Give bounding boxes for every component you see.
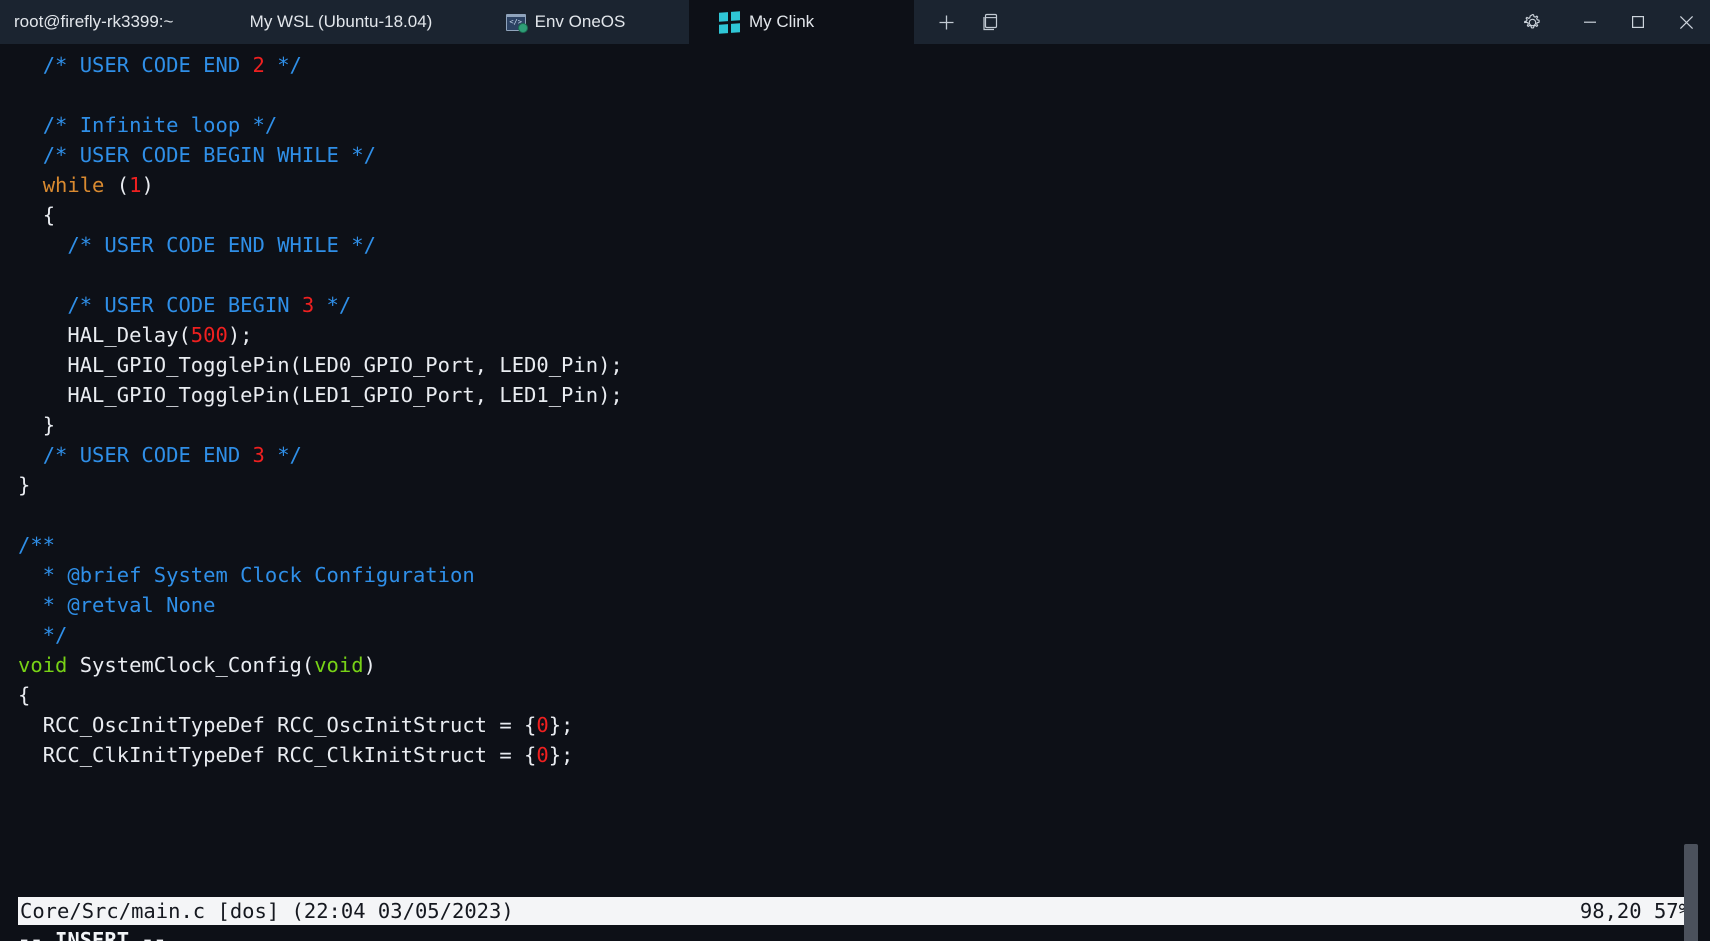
code-line: /** [18, 530, 1678, 560]
code-token: RCC_OscInitTypeDef RCC_OscInitStruct = { [42, 713, 537, 737]
code-line: void SystemClock_Config(void) [18, 650, 1678, 680]
titlebar-drag-region [1012, 0, 1508, 44]
code-line: /* USER CODE END 3 */ [18, 440, 1678, 470]
code-token: */ [30, 623, 68, 647]
code-line: * @retval None [18, 590, 1678, 620]
code-token: HAL_Delay( [67, 323, 191, 347]
code-window-gear-icon: </> [505, 13, 528, 33]
code-token: */ [264, 443, 302, 467]
code-line: while (1) [18, 170, 1678, 200]
tab-label: My WSL (Ubuntu-18.04) [249, 12, 433, 31]
settings-gear-icon[interactable] [1508, 0, 1556, 44]
code-token: ) [363, 653, 376, 677]
tab-label: My Clink [749, 12, 815, 31]
code-line: */ [18, 620, 1678, 650]
code-token: /* USER CODE END WHILE */ [67, 233, 376, 257]
code-token: /** [18, 533, 56, 557]
code-token: { [42, 203, 56, 227]
code-line: HAL_GPIO_TogglePin(LED1_GPIO_Port, LED1_… [18, 380, 1678, 410]
titlebar: root@firefly-rk3399:~ My WSL (Ubuntu-18.… [0, 0, 1710, 44]
code-line: /* USER CODE END WHILE */ [18, 230, 1678, 260]
code-token: 3 [301, 293, 315, 317]
code-line: /* Infinite loop */ [18, 110, 1678, 140]
code-line: * @brief System Clock Configuration [18, 560, 1678, 590]
code-token: */ [264, 53, 302, 77]
code-token: /* Infinite loop */ [42, 113, 278, 137]
code-token: HAL_GPIO_TogglePin(LED0_GPIO_Port, LED0_… [67, 353, 623, 377]
statusline-file: Core/Src/main.c [dos] (22:04 03/05/2023) [20, 899, 514, 923]
code-token: while [42, 173, 105, 197]
code-token: void [314, 653, 364, 677]
tabbar-actions [914, 0, 1012, 44]
code-token: }; [548, 713, 574, 737]
code-line: HAL_Delay(500); [18, 320, 1678, 350]
new-tab-button[interactable] [924, 0, 968, 44]
code-line: { [18, 200, 1678, 230]
code-token: /* USER CODE END [42, 443, 253, 467]
vim-statusline: Core/Src/main.c [dos] (22:04 03/05/2023)… [18, 897, 1693, 925]
code-token: } [42, 413, 56, 437]
tab-root-firefly[interactable]: root@firefly-rk3399:~ [0, 0, 240, 44]
code-token: */ [314, 293, 352, 317]
statusline-position: 98,20 57% [1579, 899, 1691, 923]
code-token: ) [141, 173, 154, 197]
minimize-button[interactable] [1566, 0, 1614, 44]
code-token: SystemClock_Config( [67, 653, 315, 677]
code-line: HAL_GPIO_TogglePin(LED0_GPIO_Port, LED0_… [18, 350, 1678, 380]
code-token: }; [548, 743, 574, 767]
code-token: { [18, 683, 31, 707]
code-token: * @retval None [30, 593, 216, 617]
tab-my-clink[interactable]: My Clink [689, 0, 914, 44]
code-token: RCC_ClkInitTypeDef RCC_ClkInitStruct = { [42, 743, 537, 767]
terminal-viewport[interactable]: /* USER CODE END 2 */ /* Infinite loop *… [0, 44, 1710, 941]
vim-modeline: -- INSERT -- [18, 928, 167, 941]
code-token: /* USER CODE BEGIN WHILE */ [42, 143, 376, 167]
code-token: 0 [536, 713, 549, 737]
code-line: RCC_OscInitTypeDef RCC_OscInitStruct = {… [18, 710, 1678, 740]
vim-buffer[interactable]: /* USER CODE END 2 */ /* Infinite loop *… [18, 50, 1678, 770]
split-pane-button[interactable] [968, 0, 1012, 44]
code-line: { [18, 680, 1678, 710]
maximize-button[interactable] [1614, 0, 1662, 44]
code-token: HAL_GPIO_TogglePin(LED1_GPIO_Port, LED1_… [67, 383, 623, 407]
code-token: 1 [129, 173, 142, 197]
code-line: } [18, 470, 1678, 500]
code-token: ( [104, 173, 130, 197]
code-line: /* USER CODE BEGIN 3 */ [18, 290, 1678, 320]
windows-logo-icon [719, 10, 740, 34]
code-token: } [18, 473, 31, 497]
code-token: 3 [252, 443, 265, 467]
code-token: 0 [536, 743, 549, 767]
code-token: /* USER CODE END [42, 53, 253, 77]
code-token: void [18, 653, 68, 677]
terminal-scrollbar-track[interactable] [1684, 44, 1704, 941]
code-token: 500 [190, 323, 228, 347]
code-line: /* USER CODE END 2 */ [18, 50, 1678, 80]
tab-my-wsl[interactable]: My WSL (Ubuntu-18.04) [240, 0, 442, 44]
code-token: ); [227, 323, 253, 347]
terminal-scrollbar-thumb[interactable] [1684, 844, 1698, 941]
code-token: /* USER CODE BEGIN [67, 293, 302, 317]
code-token: * @brief System Clock Configuration [30, 563, 475, 587]
tab-env-oneos[interactable]: </> Env OneOS [442, 0, 689, 44]
close-button[interactable] [1662, 0, 1710, 44]
tab-label: Env OneOS [534, 12, 626, 31]
code-line: /* USER CODE BEGIN WHILE */ [18, 140, 1678, 170]
code-token: 2 [252, 53, 265, 77]
code-line: RCC_ClkInitTypeDef RCC_ClkInitStruct = {… [18, 740, 1678, 770]
tab-label: root@firefly-rk3399:~ [14, 12, 174, 31]
window-controls [1508, 0, 1710, 44]
code-line: } [18, 410, 1678, 440]
